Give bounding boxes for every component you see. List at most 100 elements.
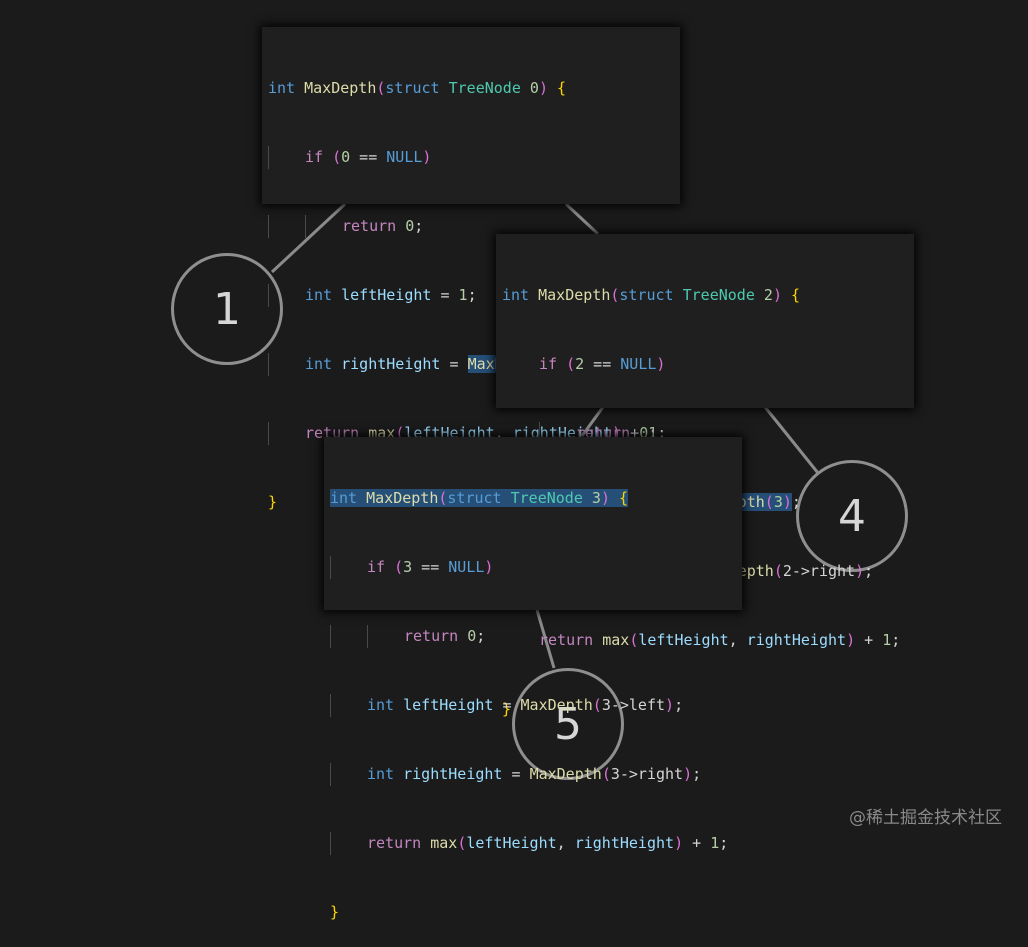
token: TreeNode xyxy=(510,489,583,507)
token: struct xyxy=(447,489,502,507)
token: return xyxy=(342,217,397,235)
token: rightHeight xyxy=(341,355,441,373)
token: MaxDepth xyxy=(529,765,602,783)
code-line-if: if (0 == NULL) xyxy=(268,146,674,169)
tree-node-1: 1 xyxy=(171,253,283,365)
token: MaxDepth xyxy=(538,286,611,304)
highlighted-signature: int MaxDepth(struct TreeNode 3) { xyxy=(330,489,629,507)
token: } xyxy=(330,903,340,921)
token: ; xyxy=(467,286,477,304)
token: ; xyxy=(864,562,874,580)
token: max xyxy=(430,834,458,852)
token: NULL xyxy=(448,558,485,576)
token: ) xyxy=(782,493,792,511)
token: { xyxy=(791,286,801,304)
token: ( xyxy=(592,696,602,714)
code-line-left-height: int leftHeight = MaxDepth(3->left); xyxy=(330,694,736,717)
token: leftHeight xyxy=(466,834,557,852)
token: if xyxy=(539,355,558,373)
token: = xyxy=(493,696,521,714)
token: 3->left xyxy=(601,696,666,714)
code-line-signature: int MaxDepth(struct TreeNode 2) { xyxy=(502,284,908,307)
token: leftHeight xyxy=(341,286,432,304)
token: rightHeight xyxy=(574,834,675,852)
token: ) xyxy=(772,286,782,304)
token: MaxDepth xyxy=(366,489,439,507)
code-line-if: if (2 == NULL) xyxy=(502,353,908,376)
code-line-right-height: int rightHeight = MaxDepth(3->right); xyxy=(330,763,736,786)
token: ( xyxy=(764,493,774,511)
token: 0 xyxy=(529,79,539,97)
token: , xyxy=(556,834,575,852)
token: ) xyxy=(538,79,548,97)
token: = xyxy=(440,355,468,373)
token: leftHeight xyxy=(403,696,494,714)
token: NULL xyxy=(620,355,657,373)
token: int xyxy=(367,765,395,783)
code-block-node-2: int MaxDepth(struct TreeNode 2) { if (2 … xyxy=(496,234,914,718)
token: = xyxy=(431,286,459,304)
token: rightHeight xyxy=(746,631,847,649)
token: 3 xyxy=(773,493,783,511)
token: int xyxy=(367,696,395,714)
token: MaxDepth xyxy=(520,696,593,714)
token: 1 xyxy=(710,834,720,852)
token: MaxDepth xyxy=(304,79,377,97)
token: return xyxy=(367,834,422,852)
token: ; xyxy=(791,493,801,511)
token: + xyxy=(683,834,711,852)
code-line-signature: int MaxDepth(struct TreeNode 3) { xyxy=(330,487,736,510)
token: return xyxy=(404,627,459,645)
token: ) xyxy=(656,355,666,373)
token: TreeNode xyxy=(448,79,521,97)
token: rightHeight xyxy=(403,765,503,783)
token: int xyxy=(268,79,296,97)
token: ( xyxy=(394,558,404,576)
token: == xyxy=(350,148,387,166)
token: 2 xyxy=(575,355,585,373)
token: ( xyxy=(566,355,576,373)
token: struct xyxy=(385,79,440,97)
token: int xyxy=(305,286,333,304)
code-block-node-3: int MaxDepth(struct TreeNode 3) { if (3 … xyxy=(324,437,742,921)
token: } xyxy=(268,493,278,511)
token: 1 xyxy=(458,286,468,304)
token: TreeNode xyxy=(682,286,755,304)
token: ) xyxy=(846,631,856,649)
token: 0 xyxy=(405,217,415,235)
token: == xyxy=(412,558,449,576)
code-line-signature: int MaxDepth(struct TreeNode 0) { xyxy=(268,77,674,100)
token: 3 xyxy=(591,489,601,507)
token: == xyxy=(584,355,621,373)
code-line-return-zero: return 0; xyxy=(330,625,736,648)
token: ( xyxy=(332,148,342,166)
token: ) xyxy=(683,765,693,783)
token: ) xyxy=(665,696,675,714)
token: if xyxy=(305,148,324,166)
token: { xyxy=(619,489,629,507)
token: NULL xyxy=(386,148,423,166)
watermark: @稀土掘金技术社区 xyxy=(849,808,1002,828)
token: int xyxy=(330,489,358,507)
token: 2 xyxy=(763,286,773,304)
code-line-end: } xyxy=(330,901,736,924)
token: 0 xyxy=(467,627,477,645)
token: int xyxy=(502,286,530,304)
code-block-node-0: int MaxDepth(struct TreeNode 0) { if (0 … xyxy=(262,27,680,511)
token: ) xyxy=(674,834,684,852)
token: ( xyxy=(601,765,611,783)
token: ) xyxy=(422,148,432,166)
token: { xyxy=(557,79,567,97)
token: = xyxy=(502,765,530,783)
token: ; xyxy=(476,627,486,645)
token: ; xyxy=(674,696,684,714)
token: 3->right xyxy=(610,765,684,783)
token: + xyxy=(855,631,883,649)
token: ) xyxy=(855,562,865,580)
token: ( xyxy=(773,562,783,580)
code-line-if: if (3 == NULL) xyxy=(330,556,736,579)
token: int xyxy=(305,355,333,373)
token: ; xyxy=(891,631,901,649)
token: struct xyxy=(619,286,674,304)
token: 2->right xyxy=(782,562,856,580)
